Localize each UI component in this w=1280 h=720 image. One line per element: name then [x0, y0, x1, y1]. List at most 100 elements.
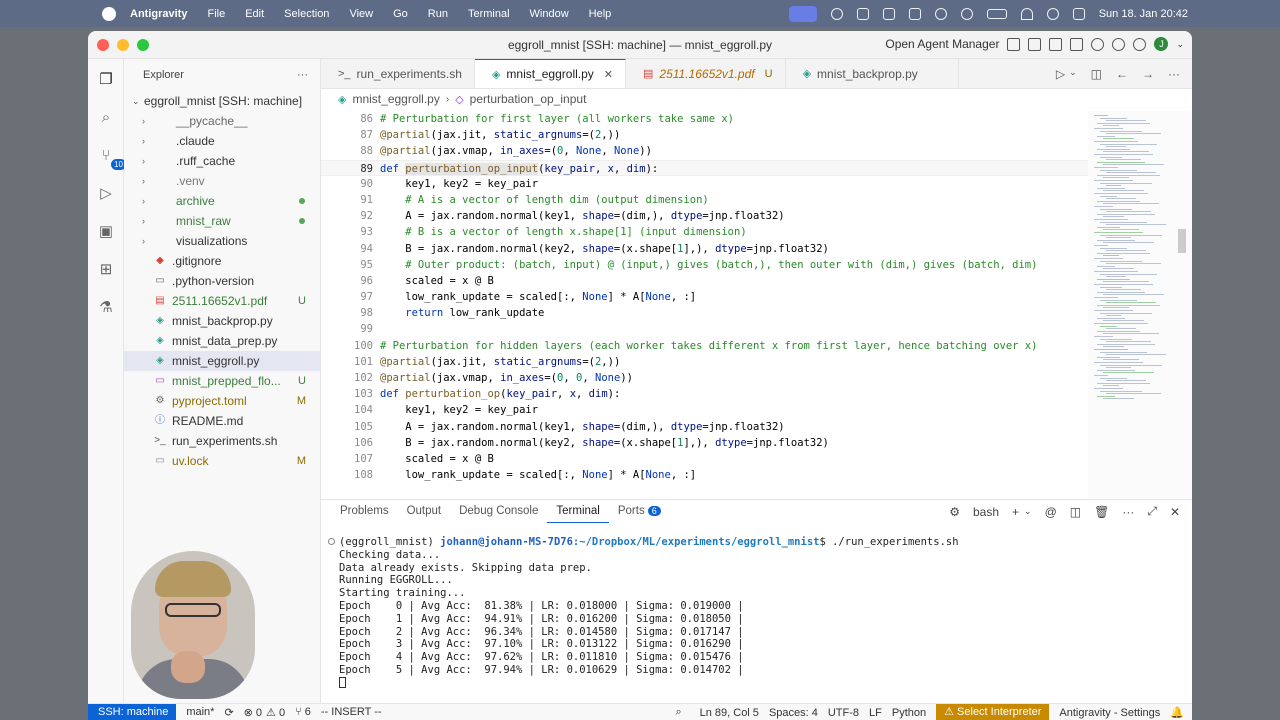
wifi-icon[interactable]	[1020, 7, 1033, 20]
tab-mnist-backprop[interactable]: ◈ mnist_backprop.py	[786, 59, 959, 88]
close-panel-icon[interactable]: ✕	[1170, 505, 1180, 519]
tab-pdf[interactable]: ▤ 2511.16652v1.pdf U	[626, 59, 786, 88]
tab-debug-console[interactable]: Debug Console	[450, 500, 547, 523]
code-editor[interactable]: 86 # Perturbation for first layer (all wo…	[321, 111, 1181, 499]
split-terminal-icon[interactable]: ◫	[1070, 505, 1081, 519]
app-menu[interactable]: Antigravity	[130, 8, 187, 20]
more-actions-icon[interactable]: ···	[1168, 67, 1180, 81]
dropbox-icon[interactable]	[908, 7, 921, 20]
code-line[interactable]: 88 @partial(jax.vmap, in_axes=(0, None, N…	[321, 143, 1181, 159]
file-tree-item[interactable]: › mnist_raw	[124, 211, 320, 231]
control-center-icon[interactable]	[1072, 7, 1085, 20]
menu-file[interactable]: File	[207, 8, 225, 20]
explorer-icon[interactable]: ❐	[97, 71, 115, 89]
testing-icon[interactable]: ⚗	[97, 299, 115, 317]
battery-icon[interactable]	[986, 8, 1007, 19]
workspace-root[interactable]: ⌄ eggroll_mnist [SSH: machine]	[124, 91, 320, 111]
explorer-more-button[interactable]: ···	[297, 69, 308, 81]
file-tree-item[interactable]: ▭ mnist_prepped_flo... U	[124, 371, 320, 391]
file-tree-item[interactable]: ◆ .gitignore	[124, 251, 320, 271]
language-mode[interactable]: Python	[892, 707, 926, 719]
file-tree-item[interactable]: ◈ mnist_eggroll.py	[124, 351, 320, 371]
menu-go[interactable]: Go	[393, 8, 408, 20]
close-tab-icon[interactable]: ✕	[604, 68, 613, 81]
go-back-icon[interactable]: ←	[1116, 67, 1128, 81]
avatar[interactable]: J	[1154, 37, 1169, 51]
copilot-icon[interactable]: @	[1045, 505, 1057, 519]
code-line[interactable]: 104 key1, key2 = key_pair	[321, 402, 1181, 418]
code-line[interactable]: 97 low_rank_update = scaled[:, None] * A…	[321, 289, 1181, 305]
file-tree-item[interactable]: ⚙ pyproject.toml M	[124, 391, 320, 411]
code-line[interactable]: 100 # Perturbation for hidden layers (eac…	[321, 338, 1181, 354]
sync-icon[interactable]: ⟳	[224, 706, 233, 719]
code-line[interactable]: 101 @partial(jax.jit, static_argnums=(2,)…	[321, 354, 1181, 370]
account-icon[interactable]	[1112, 37, 1126, 51]
code-line[interactable]: 94 B = jax.random.normal(key2, shape=(x.…	[321, 241, 1181, 257]
minimap-scrollbar[interactable]	[1178, 229, 1186, 253]
play-icon[interactable]	[934, 7, 947, 20]
code-line[interactable]: 89 def perturbation_op_input(key_pair, x,…	[321, 159, 1181, 176]
menu-view[interactable]: View	[349, 8, 373, 20]
zoom-window-button[interactable]	[137, 38, 149, 51]
remote-explorer-icon[interactable]: ▣	[97, 223, 115, 241]
cursor-position[interactable]: Ln 89, Col 5	[700, 707, 759, 719]
search-icon[interactable]: ⌕	[97, 109, 115, 127]
code-line[interactable]: 103 def perturbation_op(key_pair, x, dim)…	[321, 386, 1181, 402]
tab-run-experiments[interactable]: >_ run_experiments.sh	[321, 59, 475, 88]
zoom-icon[interactable]: ⌕	[675, 706, 681, 719]
chevron-down-icon[interactable]: ⌄	[1069, 67, 1077, 81]
brightness-icon[interactable]	[830, 7, 843, 20]
code-line[interactable]: 90 key1, key2 = key_pair	[321, 176, 1181, 192]
notifications-bell-icon[interactable]: 🔔	[1170, 706, 1184, 719]
split-editor-icon[interactable]: ◫	[1091, 67, 1102, 81]
apple-icon[interactable]	[102, 6, 116, 21]
file-tree-item[interactable]: › visualizations	[124, 231, 320, 251]
indentation[interactable]: Spaces: 4	[769, 707, 818, 719]
encoding[interactable]: UTF-8	[828, 707, 859, 719]
moon-icon[interactable]	[960, 7, 973, 20]
file-tree-item[interactable]: ▭ .python-version	[124, 271, 320, 291]
end-of-line[interactable]: LF	[869, 707, 882, 719]
trash-icon[interactable]: 🗑	[1094, 505, 1109, 519]
go-forward-icon[interactable]: →	[1142, 67, 1154, 81]
more-actions-icon[interactable]: ···	[1122, 505, 1134, 519]
select-interpreter-button[interactable]: ⚠ Select Interpreter	[936, 704, 1050, 720]
source-control-icon[interactable]: ⑂ 10	[97, 147, 126, 170]
file-tree-item[interactable]: ⓘ README.md	[124, 411, 320, 431]
menu-run[interactable]: Run	[428, 8, 448, 20]
file-tree-item[interactable]: ▤ 2511.16652v1.pdf U	[124, 291, 320, 311]
code-line[interactable]: 107 scaled = x @ B	[321, 451, 1181, 467]
search-icon[interactable]	[1046, 7, 1059, 20]
code-line[interactable]: 99	[321, 321, 1181, 337]
code-line[interactable]: 98 return low_rank_update	[321, 305, 1181, 321]
file-tree-item[interactable]: >_ run_experiments.sh	[124, 431, 320, 451]
tab-mnist-eggroll[interactable]: ◈ mnist_eggroll.py ✕	[474, 59, 626, 88]
code-line[interactable]: 86 # Perturbation for first layer (all wo…	[321, 111, 1181, 127]
menu-terminal[interactable]: Terminal	[468, 8, 510, 20]
tab-problems[interactable]: Problems	[331, 500, 398, 523]
terminal-output[interactable]: (eggroll_mnist) johann@johann-MS-7D76:~/…	[339, 536, 959, 690]
remote-indicator[interactable]: SSH: machine	[88, 703, 177, 720]
file-tree-item[interactable]: ◈ mnist_backprop.py	[124, 311, 320, 331]
new-terminal-icon[interactable]: +	[1012, 505, 1019, 519]
menu-window[interactable]: Window	[530, 8, 569, 20]
file-tree-item[interactable]: ▭ uv.lock M	[124, 451, 320, 471]
toggle-sidebar-icon[interactable]	[1028, 37, 1042, 51]
code-line[interactable]: 92 A = jax.random.normal(key1, shape=(di…	[321, 208, 1181, 224]
maximize-panel-icon[interactable]: ⤢	[1147, 504, 1157, 519]
file-tree-item[interactable]: › __pycache__	[124, 111, 320, 131]
file-tree-item[interactable]: › archive	[124, 191, 320, 211]
code-line[interactable]: 96 scaled = x @ B	[321, 273, 1181, 289]
open-agent-manager-button[interactable]: Open Agent Manager	[885, 37, 999, 51]
toggle-panel-icon[interactable]	[1049, 37, 1063, 51]
tab-terminal[interactable]: Terminal	[547, 500, 609, 523]
settings-indicator[interactable]: Antigravity - Settings	[1059, 707, 1160, 719]
code-line[interactable]: 93 # B is a vector of length x.shape[1] …	[321, 224, 1181, 240]
menu-help[interactable]: Help	[589, 8, 612, 20]
code-line[interactable]: 102 @partial(jax.vmap, in_axes=(0, 0, Non…	[321, 370, 1181, 386]
terminal-shell-label[interactable]: bash	[973, 505, 999, 519]
menu-edit[interactable]: Edit	[245, 8, 264, 20]
close-window-button[interactable]	[97, 38, 109, 51]
warnings-indicator[interactable]: ⚠ 0	[266, 706, 285, 719]
code-line[interactable]: 87 @partial(jax.jit, static_argnums=(2,))	[321, 127, 1181, 143]
